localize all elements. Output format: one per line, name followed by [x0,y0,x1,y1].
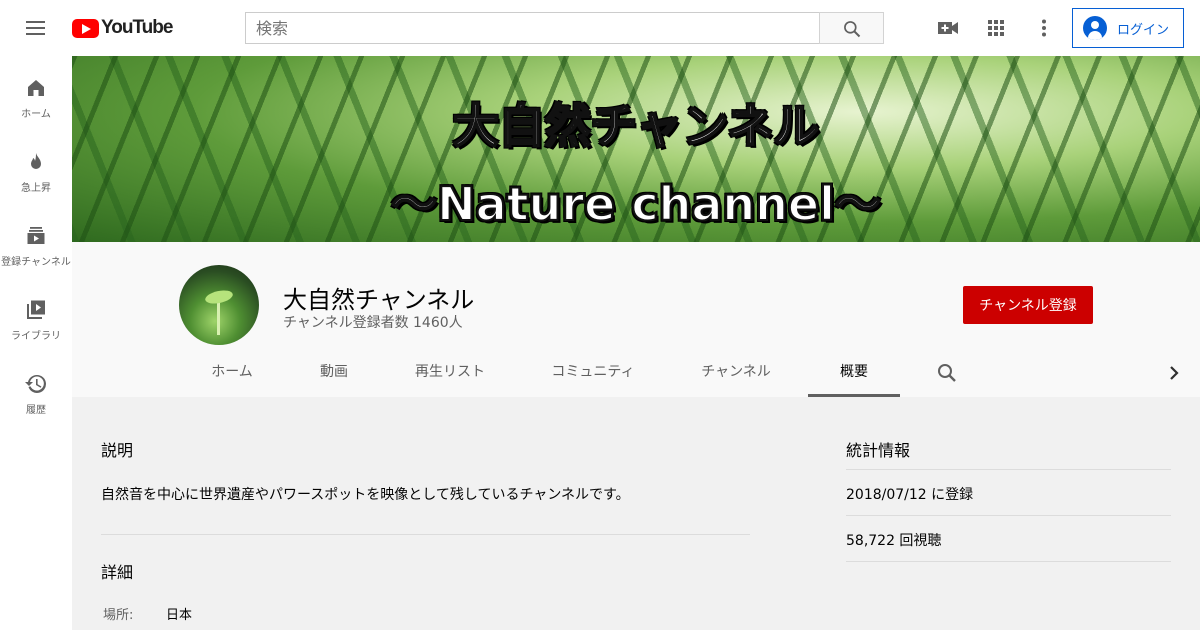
home-icon [28,80,44,96]
sidebar-item-label: ホーム [21,109,51,120]
login-button[interactable]: ログイン [1072,8,1184,48]
youtube-logo[interactable]: YouTube [72,17,173,39]
divider [846,469,1171,470]
masthead: YouTube ログイン [0,0,1200,56]
channel-avatar [179,265,259,345]
more-vert-icon[interactable] [1032,16,1056,40]
divider [846,515,1171,516]
sidebar-item-label: ライブラリ [11,331,61,342]
channel-description: 自然音を中心に世界遺産やパワースポットを映像として残しているチャンネルです。 [101,487,630,503]
banner-subtitle: ～Nature channel～ [390,176,882,232]
divider [101,534,750,535]
banner-title: 大自然チャンネル [452,98,821,154]
channel-tabs: ホーム 動画 再生リスト コミュニティ チャンネル 概要 [72,350,1200,397]
apps-grid-icon[interactable] [984,16,1008,40]
subscriber-count: チャンネル登録者数 1460人 [283,315,463,331]
details-title: 詳細 [101,563,134,582]
location-value: 日本 [166,608,193,623]
chevron-right-icon[interactable] [1162,361,1186,385]
channel-search-icon[interactable] [935,361,959,385]
sidebar: ホーム 急上昇 登録チャンネル ライブラリ 履歴 [0,56,72,630]
sidebar-item-subscriptions[interactable]: 登録チャンネル [0,224,72,298]
sidebar-item-home[interactable]: ホーム [0,76,72,150]
create-video-icon[interactable] [936,16,960,40]
tab-community[interactable]: コミュニティ [530,350,656,397]
account-circle-icon [1083,16,1107,40]
history-icon [25,374,46,393]
tab-channels[interactable]: チャンネル [680,350,792,397]
tab-playlists[interactable]: 再生リスト [394,350,506,397]
channel-name: 大自然チャンネル [283,286,475,314]
about-content: 説明 自然音を中心に世界遺産やパワースポットを映像として残しているチャンネルです… [72,397,1200,630]
search-input[interactable] [245,12,820,44]
logo-text: YouTube [101,17,173,38]
sidebar-item-library[interactable]: ライブラリ [0,298,72,372]
sidebar-item-history[interactable]: 履歴 [0,372,72,446]
library-icon [27,300,45,319]
search-button[interactable] [819,12,884,44]
flame-icon [31,153,41,169]
location-label: 場所: [103,608,134,623]
stats-title: 統計情報 [846,441,911,460]
joined-date: 2018/07/12 に登録 [846,487,974,503]
subscribe-button[interactable]: チャンネル登録 [963,286,1093,324]
sidebar-item-label: 急上昇 [21,183,51,194]
channel-header: 大自然チャンネル チャンネル登録者数 1460人 チャンネル登録 ホーム 動画 … [72,242,1200,397]
description-title: 説明 [101,441,134,460]
tab-videos[interactable]: 動画 [298,350,370,397]
channel-banner: 大自然チャンネル ～Nature channel～ [72,56,1200,242]
tab-home[interactable]: ホーム [190,350,274,397]
sidebar-item-label: 登録チャンネル [1,257,71,268]
sidebar-item-label: 履歴 [26,405,46,416]
tab-about[interactable]: 概要 [808,350,900,397]
search-icon [844,21,861,38]
view-count: 58,722 回視聴 [846,533,942,549]
sidebar-item-trending[interactable]: 急上昇 [0,150,72,224]
youtube-play-icon [72,18,99,38]
divider [846,561,1171,562]
login-label: ログイン [1117,22,1170,38]
menu-icon[interactable] [18,14,54,42]
subscriptions-icon [27,227,45,244]
